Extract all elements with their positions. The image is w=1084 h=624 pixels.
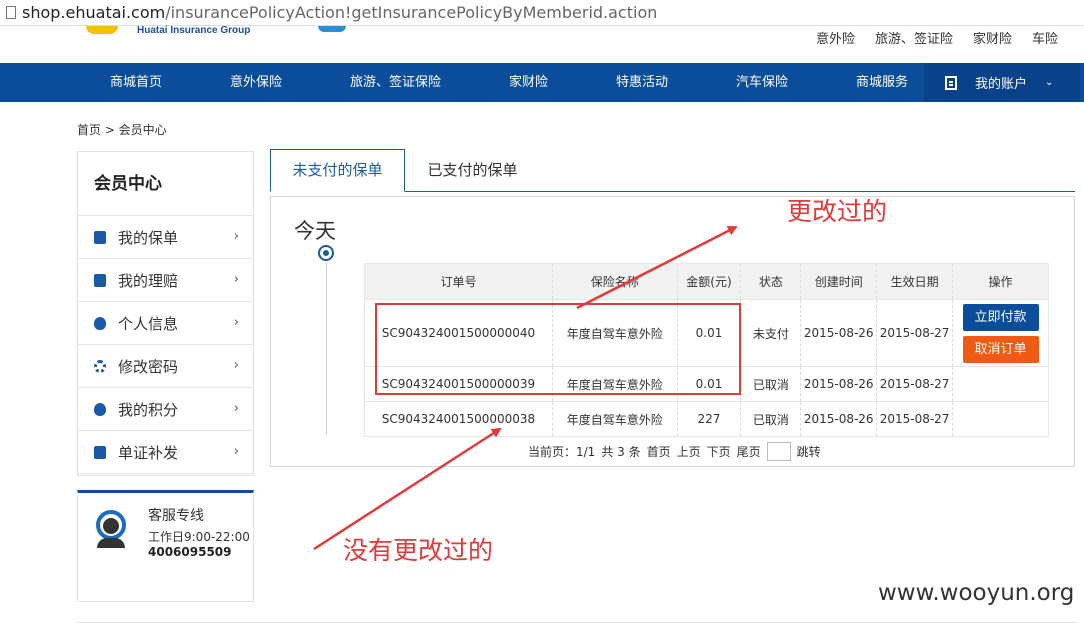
watermark: www.wooyun.org: [878, 580, 1075, 606]
annotation-arrow-changed: [576, 225, 738, 310]
annotation-changed: 更改过的: [787, 197, 888, 226]
annotation-unchanged: 没有更改过的: [343, 536, 494, 565]
annotation-arrows: [313, 225, 738, 551]
